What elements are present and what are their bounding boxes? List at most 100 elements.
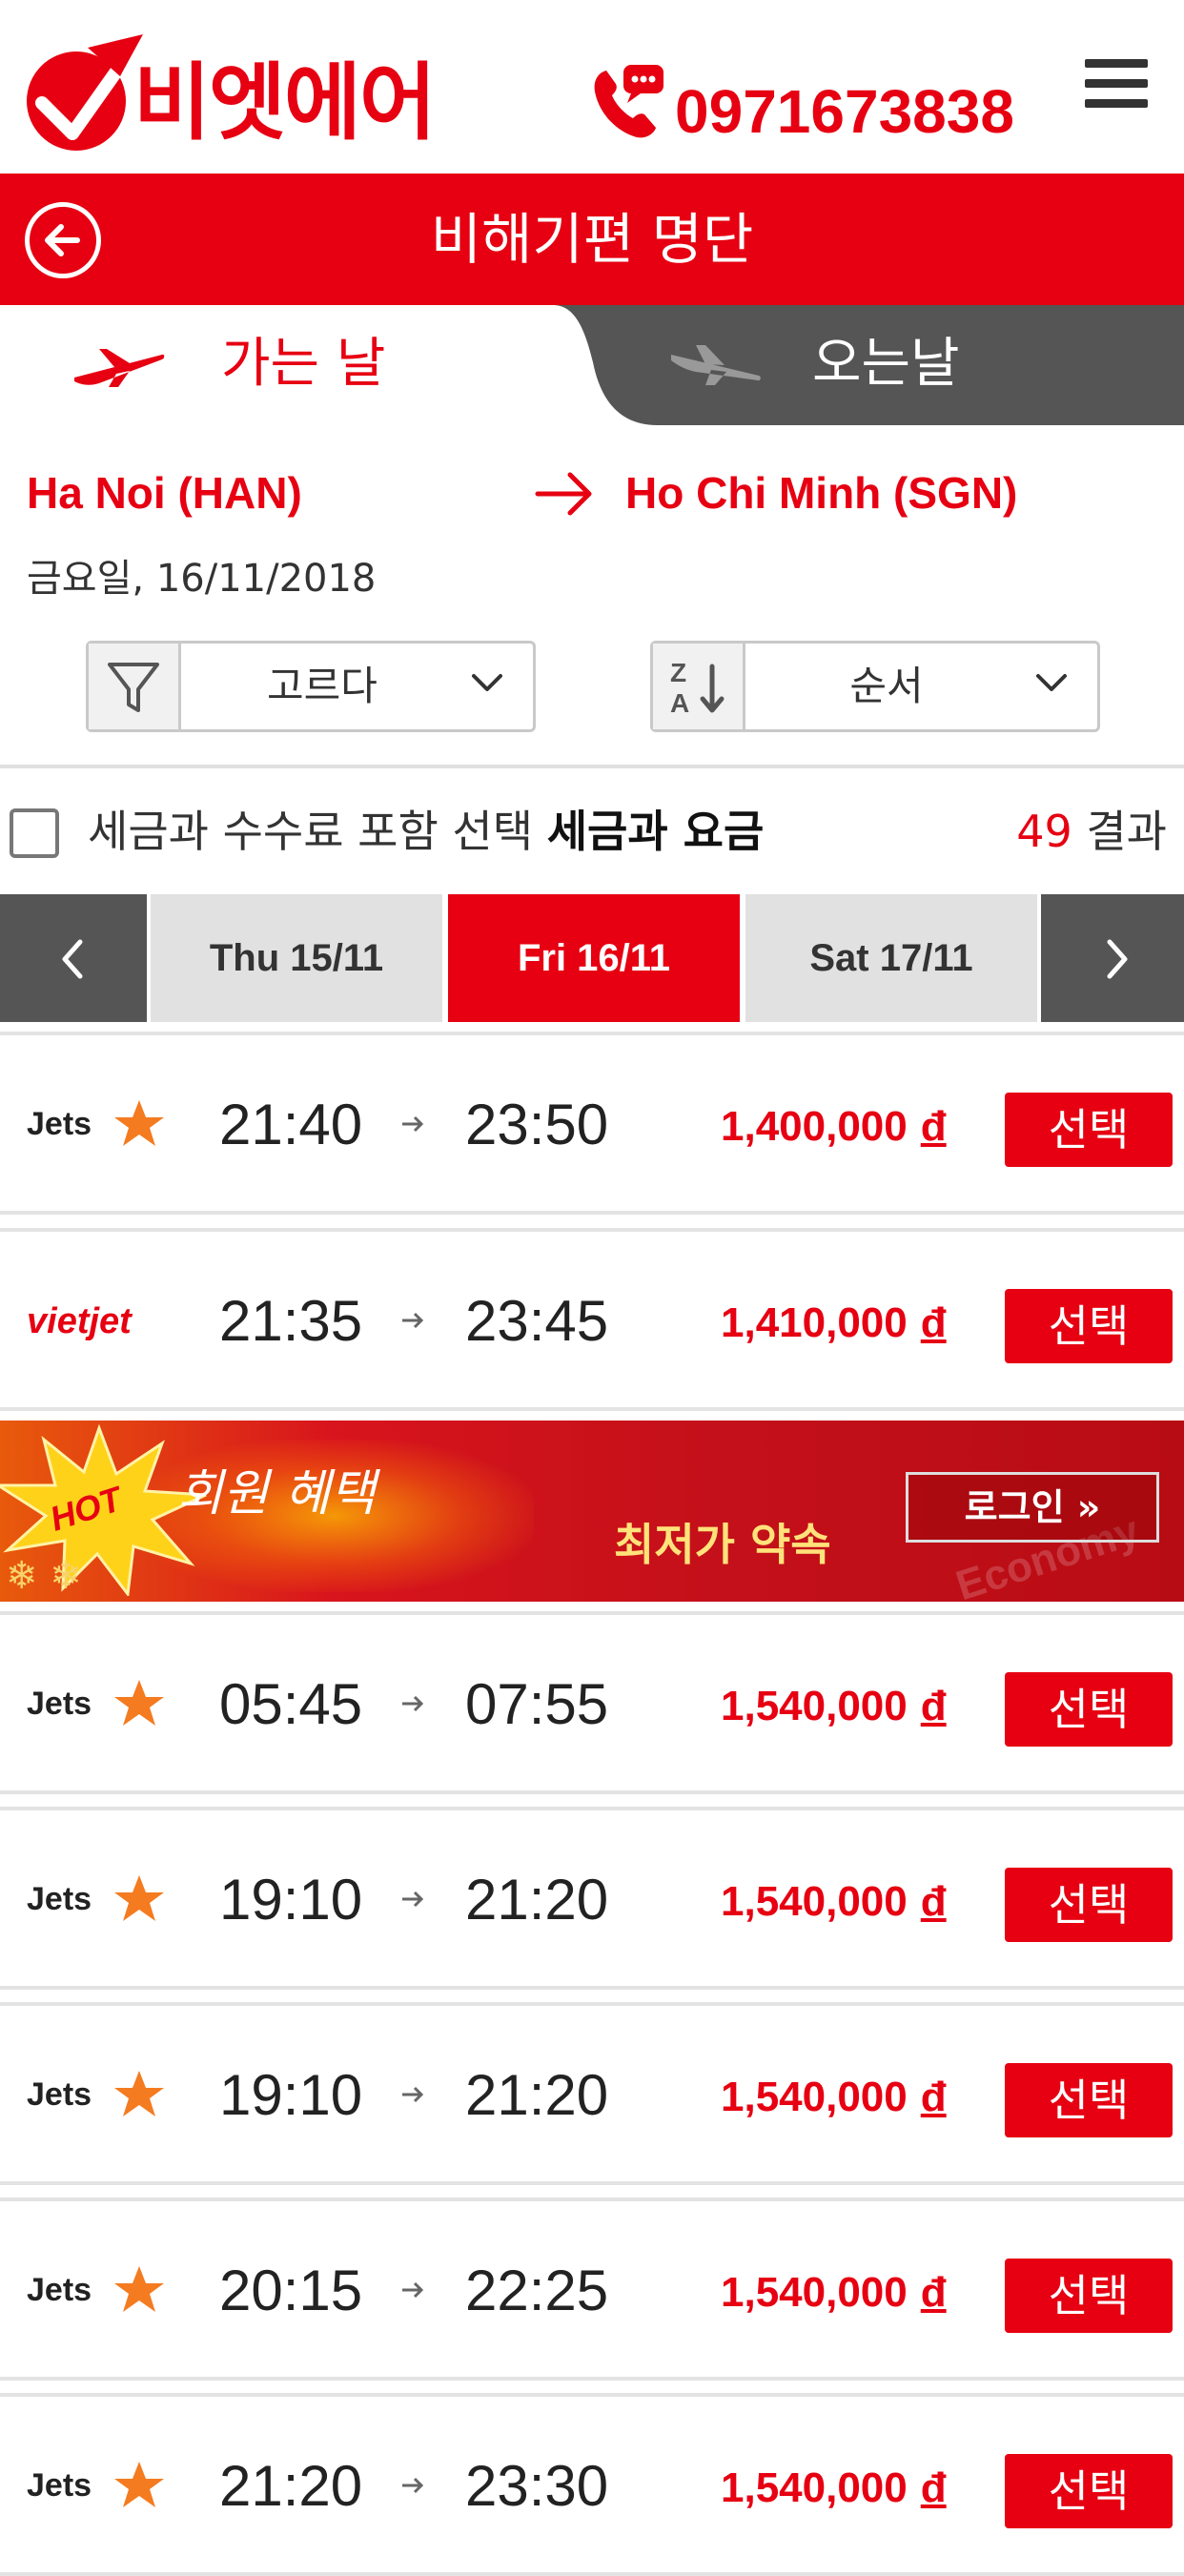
arrival-time: 07:55 (465, 1672, 609, 1736)
price-currency: đ (920, 1878, 947, 1925)
price-currency: đ (920, 1299, 947, 1346)
logo-text: 비엣에어 (133, 53, 437, 152)
select-flight-button[interactable]: 선택 (1005, 1093, 1173, 1167)
select-flight-button[interactable]: 선택 (1005, 1868, 1173, 1942)
svg-text:A: A (670, 688, 689, 718)
arrow-right-icon (402, 2086, 424, 2103)
date-selector: Thu 15/11 Fri 16/11 Sat 17/11 (0, 894, 1184, 1022)
lowest-price-text: 최저가 약속 (614, 1519, 831, 1570)
next-date-button[interactable] (1041, 894, 1184, 1022)
svg-text:Jets: Jets (27, 2076, 92, 2113)
result-word: 결과 (1072, 806, 1167, 857)
route-date: 금요일, 16/11/2018 (27, 557, 377, 601)
price-currency: đ (920, 1683, 947, 1729)
departure-time: 21:40 (219, 1093, 363, 1156)
arrow-right-icon (402, 2281, 424, 2299)
price-amount: 1,540,000 (721, 2269, 908, 2316)
result-count: 49 결과 (1016, 801, 1167, 862)
jetstar-logo-icon: Jets (27, 1100, 164, 1146)
date-tab[interactable]: Thu 15/11 (151, 894, 442, 1022)
member-benefit-text: 회원 혜택 (177, 1465, 376, 1523)
filter-select[interactable]: 고르다 (86, 641, 536, 732)
arrow-right-icon (402, 2477, 424, 2494)
tab-departure[interactable]: 가는 날 (0, 305, 610, 425)
select-flight-button[interactable]: 선택 (1005, 2454, 1173, 2528)
price-currency: đ (920, 2074, 947, 2120)
phone-icon (594, 65, 663, 138)
arrow-right-icon (402, 1695, 424, 1712)
svg-text:Jets: Jets (27, 1686, 92, 1722)
member-benefit-banner[interactable]: HOT 회원 혜택 최저가 약속 Economy 로그인 » ❄ ❄ (0, 1421, 1184, 1602)
jetstar-logo-icon: Jets (27, 1875, 164, 1921)
arrow-right-icon (402, 1115, 424, 1133)
departure-time: 05:45 (219, 1672, 363, 1736)
trip-tabs: 가는 날 오는날 (0, 305, 1184, 425)
flight-row[interactable]: Jets 19:10 21:20 1,540,000 đ 선택 (0, 1807, 1184, 1990)
jetstar-logo-icon: Jets (27, 2071, 164, 2116)
price-amount: 1,540,000 (721, 1683, 908, 1729)
departure-time: 19:10 (219, 2063, 363, 2127)
price: 1,540,000 đ (721, 2259, 947, 2327)
flight-row[interactable]: vietjet 21:35 23:45 1,410,000 đ 선택 (0, 1228, 1184, 1411)
include-tax-label[interactable]: 세금과 수수료 포함 선택 세금과 요금 (88, 801, 764, 862)
arrival-time: 23:30 (465, 2454, 609, 2518)
price-currency: đ (920, 2464, 947, 2511)
tab-return[interactable]: 오는날 (629, 305, 1184, 425)
select-flight-button[interactable]: 선택 (1005, 2259, 1173, 2333)
price: 1,540,000 đ (721, 1868, 947, 1936)
route-origin: Ha Noi (HAN) (27, 468, 302, 518)
select-flight-button[interactable]: 선택 (1005, 2063, 1173, 2137)
date-tab-active[interactable]: Fri 16/11 (448, 894, 740, 1022)
jetstar-logo-icon: Jets (27, 1680, 164, 1726)
chevron-right-icon (1107, 939, 1128, 979)
arrival-time: 22:25 (465, 2259, 609, 2322)
flight-row[interactable]: Jets 05:45 07:55 1,540,000 đ 선택 (0, 1611, 1184, 1794)
include-tax-checkbox[interactable] (10, 808, 59, 858)
price-amount: 1,400,000 (721, 1103, 908, 1150)
filter-label: 고르다 (267, 663, 378, 709)
chevron-down-icon (472, 674, 502, 691)
title-bar: 비해기편 명단 (0, 174, 1184, 305)
departure-time: 20:15 (219, 2259, 363, 2322)
arrival-time: 23:50 (465, 1093, 609, 1156)
price: 1,540,000 đ (721, 2063, 947, 2132)
select-flight-button[interactable]: 선택 (1005, 1289, 1173, 1363)
flight-row[interactable]: Jets 21:40 23:50 1,400,000 đ 선택 (0, 1032, 1184, 1215)
svg-text:vietjet: vietjet (27, 1301, 133, 1341)
prev-date-button[interactable] (0, 894, 147, 1022)
top-header: 비엣에어 0971673838 (0, 0, 1184, 174)
flight-row[interactable]: Jets 19:10 21:20 1,540,000 đ 선택 (0, 2002, 1184, 2185)
hamburger-menu-icon[interactable] (1085, 59, 1148, 116)
departure-time: 21:20 (219, 2454, 363, 2518)
svg-text:Jets: Jets (27, 2272, 92, 2308)
flight-row[interactable]: Jets 20:15 22:25 1,540,000 đ 선택 (0, 2198, 1184, 2381)
vietjet-logo-icon: vietjet (27, 1301, 133, 1341)
jetstar-logo-icon: Jets (27, 2266, 164, 2312)
price: 1,540,000 đ (721, 2454, 947, 2523)
include-tax-bold: 세금과 요금 (546, 806, 765, 857)
svg-text:Jets: Jets (27, 1106, 92, 1142)
date-tab[interactable]: Sat 17/11 (745, 894, 1037, 1022)
brand-logo[interactable]: 비엣에어 (21, 23, 517, 166)
chevron-left-icon (62, 939, 83, 979)
price-amount: 1,410,000 (721, 1299, 908, 1346)
arrival-time: 21:20 (465, 2063, 609, 2127)
svg-text:Jets: Jets (27, 1881, 92, 1917)
phone-number: 0971673838 (675, 77, 1014, 146)
price: 1,540,000 đ (721, 1672, 947, 1741)
price: 1,400,000 đ (721, 1093, 947, 1161)
login-button[interactable]: 로그인 » (906, 1472, 1159, 1543)
snowflake-icon: ❄ ❄ (6, 1554, 82, 1598)
include-tax-text: 세금과 수수료 포함 선택 (88, 806, 547, 857)
price-amount: 1,540,000 (721, 1878, 908, 1925)
sort-az-icon: Z A (653, 644, 745, 729)
svg-text:Z: Z (670, 658, 686, 687)
price-currency: đ (920, 1103, 947, 1150)
sort-label: 순서 (849, 663, 924, 709)
plane-landing-icon (671, 345, 761, 385)
flight-row[interactable]: Jets 21:20 23:30 1,540,000 đ 선택 (0, 2393, 1184, 2576)
result-number: 49 (1016, 806, 1072, 857)
arrow-right-icon (402, 1312, 424, 1329)
sort-select[interactable]: Z A 순서 (650, 641, 1100, 732)
select-flight-button[interactable]: 선택 (1005, 1672, 1173, 1747)
